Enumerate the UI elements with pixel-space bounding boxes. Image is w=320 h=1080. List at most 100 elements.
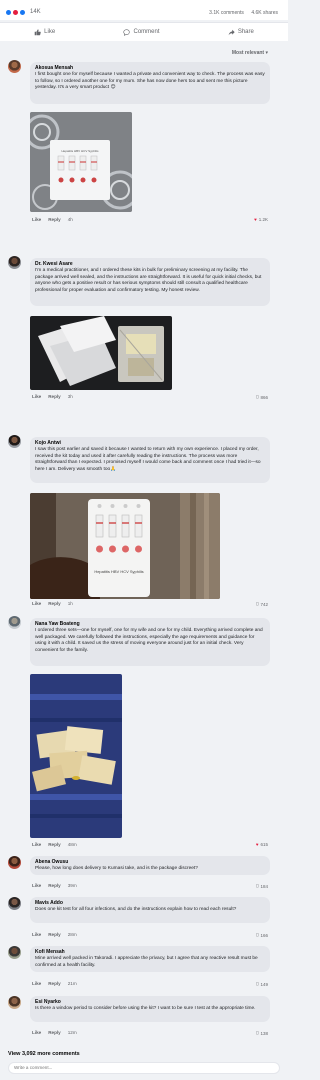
comment-reaction-count[interactable]: ▯ 166 — [256, 932, 268, 938]
comment-reply-link[interactable]: Reply — [48, 601, 61, 606]
comment-reaction-count[interactable]: ♥ 615 — [256, 842, 268, 847]
like-button[interactable]: Like — [34, 28, 55, 36]
comment-like-link[interactable]: Like — [32, 601, 41, 606]
comment-text: Does one kit test for all four infection… — [35, 907, 237, 912]
comment-time[interactable]: 4h — [68, 217, 73, 222]
comment-meta: Like Reply 28m — [32, 932, 77, 937]
comment-bubble: Kofi Mensah Mine arrived well packed in … — [30, 946, 270, 972]
comment-bubble: Kojo Antwi I saw this post earlier and s… — [30, 437, 270, 483]
view-more-comments-link[interactable]: View 3,092 more comments — [8, 1051, 80, 1057]
commenter-name[interactable]: Akosua Mensah — [35, 65, 265, 72]
avatar[interactable] — [8, 996, 21, 1009]
comment-bubble: Esi Nyarko Is there a window period to c… — [30, 996, 270, 1022]
comment-reply-link[interactable]: Reply — [48, 1030, 61, 1035]
comment-bubble: Dr. Kwesi Asare I'm a medical practition… — [30, 258, 270, 306]
avatar[interactable] — [8, 256, 21, 269]
post-action-bar: Like Comment Share — [0, 22, 288, 41]
comment-reply-link[interactable]: Reply — [48, 981, 61, 986]
commenter-name[interactable]: Dr. Kwesi Asare — [35, 261, 265, 268]
comment-reaction-count[interactable]: ♥ 1.2K — [254, 217, 268, 222]
reaction-icon: ▯ — [256, 932, 259, 937]
comment-time[interactable]: 12m — [68, 1030, 77, 1035]
comment-like-link[interactable]: Like — [32, 883, 41, 888]
comment-photo[interactable]: Hepatitis HBV HCV Syphilis — [30, 112, 132, 212]
comment-reaction-count[interactable]: ▯ 184 — [256, 883, 268, 889]
comment-text: I saw this post earlier and saved it bec… — [35, 447, 261, 472]
reaction-count: 866 — [260, 394, 268, 400]
avatar[interactable] — [8, 435, 21, 448]
comment-like-link[interactable]: Like — [32, 981, 41, 986]
comment-bubble: Abena Owusu Please, how long does delive… — [30, 856, 270, 875]
reaction-icon: ▯ — [256, 394, 259, 399]
comment-reply-link[interactable]: Reply — [48, 932, 61, 937]
comment-reaction-count[interactable]: ▯ 866 — [256, 394, 268, 400]
reaction-count: 615 — [260, 842, 268, 847]
avatar[interactable] — [8, 946, 21, 959]
comment-reaction-count[interactable]: ▯ 138 — [256, 1030, 268, 1036]
comment-time[interactable]: 1h — [68, 601, 73, 606]
comment-like-link[interactable]: Like — [32, 394, 41, 399]
avatar[interactable] — [8, 616, 21, 629]
like-reaction-icon — [6, 9, 11, 15]
comment-reply-link[interactable]: Reply — [48, 883, 61, 888]
commenter-name[interactable]: Kofi Mensah — [35, 949, 265, 956]
comment-text: I first bought one for myself because I … — [35, 72, 265, 91]
comment-reaction-count[interactable]: ▯ 742 — [256, 601, 268, 607]
sort-comments-dropdown[interactable]: Most relevant ▾ — [232, 50, 268, 56]
comment-photo[interactable] — [30, 674, 122, 838]
commenter-name[interactable]: Mavis Addo — [35, 900, 265, 907]
comment-reply-link[interactable]: Reply — [48, 217, 61, 222]
comment-reply-link[interactable]: Reply — [48, 842, 61, 847]
reaction-count: 184 — [260, 883, 268, 889]
comment-photo[interactable] — [30, 316, 172, 390]
avatar[interactable] — [8, 60, 21, 73]
sort-label: Most relevant — [231, 50, 265, 56]
comment-like-link[interactable]: Like — [32, 842, 41, 847]
heart-icon: ♥ — [255, 842, 259, 847]
comment-time[interactable]: 39m — [68, 883, 77, 888]
comment-reaction-count[interactable]: ▯ 149 — [256, 981, 268, 987]
love-reaction-icon — [13, 9, 18, 15]
avatar[interactable] — [8, 897, 21, 910]
chevron-down-icon: ▾ — [265, 50, 268, 56]
comment-bubble: Akosua Mensah I first bought one for mys… — [30, 62, 270, 104]
comment-text: Please, how long does delivery to Kumasi… — [35, 866, 198, 871]
comment-meta: Like Reply 21m — [32, 981, 77, 986]
comment-time[interactable]: 3h — [68, 394, 73, 399]
reaction-count: 742 — [260, 601, 268, 607]
comment-bubble: Mavis Addo Does one kit test for all fou… — [30, 897, 270, 923]
avatar[interactable] — [8, 856, 21, 869]
post-stats-bar: 14K 3.1K comments 4.6K shares — [0, 0, 288, 20]
commenter-name[interactable]: Abena Owusu — [35, 859, 265, 866]
comment-like-link[interactable]: Like — [32, 217, 41, 222]
reaction-count: 149 — [260, 981, 268, 987]
comment-like-link[interactable]: Like — [32, 1030, 41, 1035]
bulk-kits-photo — [30, 316, 172, 390]
commenter-name[interactable]: Esi Nyarko — [35, 999, 265, 1006]
comment-reply-link[interactable]: Reply — [48, 394, 61, 399]
comment-text: I ordered three sets—one for myself, one… — [35, 628, 263, 653]
comment-bubble: Nana Yaw Boateng I ordered three sets—on… — [30, 618, 270, 666]
comment-time[interactable]: 28m — [68, 932, 77, 937]
comment-meta: Like Reply 48m — [32, 842, 77, 847]
comment-time[interactable]: 48m — [68, 842, 77, 847]
comment-button[interactable]: Comment — [123, 28, 160, 36]
share-icon — [228, 29, 235, 35]
comment-like-link[interactable]: Like — [32, 932, 41, 937]
write-comment-input[interactable] — [8, 1062, 280, 1074]
comments-count[interactable]: 3.1K comments — [209, 10, 244, 16]
comment-text: Mine arrived well packed in Takoradi. I … — [35, 956, 258, 968]
comment-photo[interactable]: Hepatitis HBV HCV Syphilis — [30, 493, 220, 599]
shares-count[interactable]: 4.6K shares — [251, 10, 278, 16]
commenter-name[interactable]: Nana Yaw Boateng — [35, 621, 265, 628]
reaction-summary[interactable]: 14K — [6, 9, 41, 15]
hand-holding-kit-photo: Hepatitis HBV HCV Syphilis — [30, 493, 220, 599]
kit-packages-photo — [30, 674, 122, 838]
commenter-name[interactable]: Kojo Antwi — [35, 440, 265, 447]
comment-icon — [123, 28, 131, 36]
reaction-icon: ▯ — [256, 981, 259, 986]
share-button[interactable]: Share — [228, 29, 254, 36]
comment-label: Comment — [133, 29, 160, 35]
comment-meta: Like Reply 4h — [32, 217, 73, 222]
comment-time[interactable]: 21m — [68, 981, 77, 986]
